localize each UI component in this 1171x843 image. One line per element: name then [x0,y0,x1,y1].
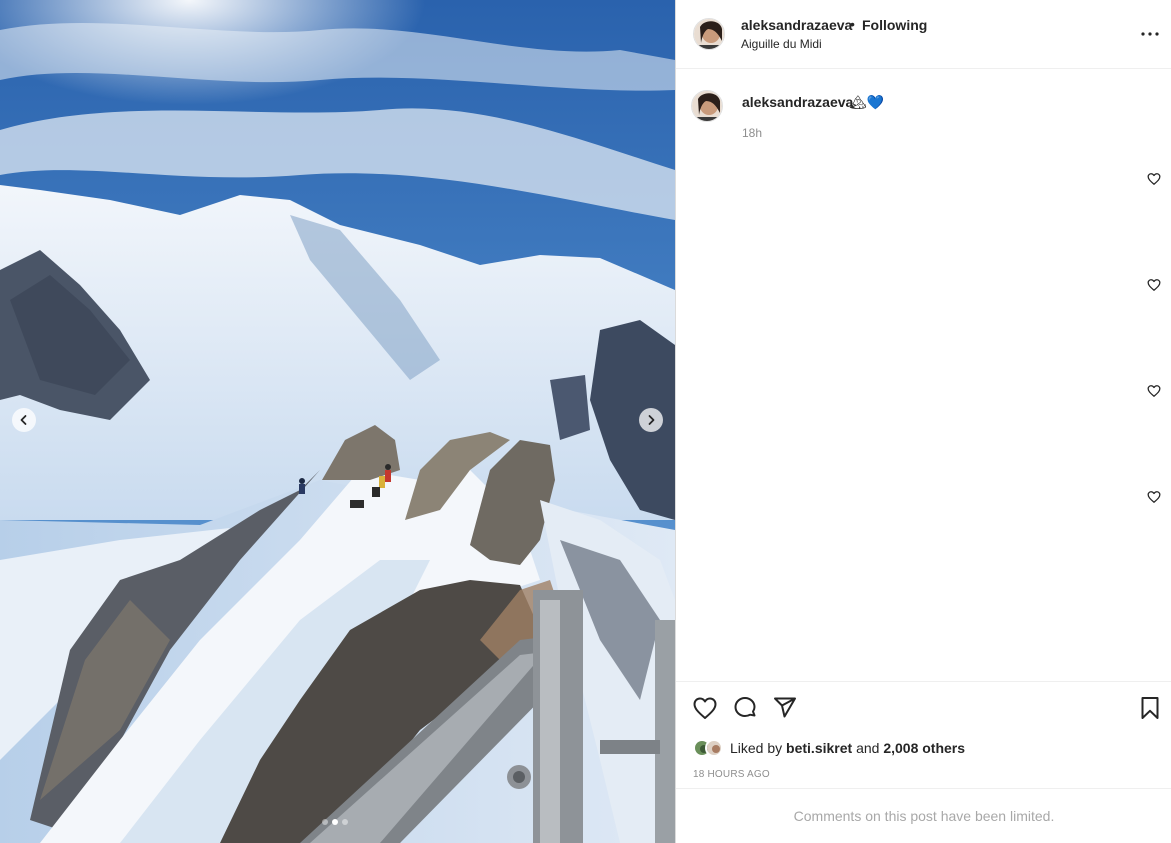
caption-time[interactable]: 18h [742,126,762,140]
post-timestamp[interactable]: 18 HOURS AGO [693,769,770,780]
more-horizontal-icon [1141,32,1159,36]
heart-outline-icon[interactable] [1147,278,1161,292]
avatar-image [694,19,724,49]
likes-summary: Liked by beti.sikret and 2,008 others [693,738,965,758]
post-side-panel: aleksandrazaeva • Following Aiguille du … [675,0,1171,843]
avatar[interactable] [691,90,723,122]
caption-text: 🏔💙 [849,94,885,110]
bookmark-icon[interactable] [1137,695,1163,721]
caption-username[interactable]: aleksandrazaeva [742,94,853,110]
heart-outline-icon[interactable] [692,695,718,721]
carousel-dot [342,819,348,825]
chevron-left-icon [20,415,27,425]
liker-username[interactable]: beti.sikret [786,740,852,756]
heart-outline-icon[interactable] [1147,172,1161,186]
liker-avatar[interactable] [705,739,723,757]
mountain-photo [0,0,675,843]
next-slide-button[interactable] [639,408,663,432]
actions-divider [676,681,1171,682]
post-header: aleksandrazaeva • Following Aiguille du … [676,0,1171,69]
previous-slide-button[interactable] [12,408,36,432]
likes-others-link[interactable]: 2,008 others [883,740,965,756]
post-location[interactable]: Aiguille du Midi [741,37,822,51]
likes-text: Liked by beti.sikret and 2,008 others [730,740,965,756]
heart-outline-icon[interactable] [1147,384,1161,398]
heart-outline-icon[interactable] [1147,490,1161,504]
carousel-indicator [322,819,348,825]
avatar[interactable] [693,18,725,50]
likes-prefix: Liked by [730,740,783,756]
likes-conjunction: and [856,740,880,756]
chevron-right-icon [648,415,655,425]
send-paper-plane-icon[interactable] [772,695,798,721]
more-options-button[interactable] [1138,24,1162,44]
comment-bubble-icon[interactable] [732,695,758,721]
avatar-image [707,741,721,755]
carousel-dot-active [332,819,338,825]
following-button[interactable]: Following [862,17,927,33]
carousel-dot [322,819,328,825]
post-media[interactable] [0,0,675,843]
separator-dot: • [850,16,855,32]
post-username[interactable]: aleksandrazaeva [741,17,852,33]
comments-limited-notice: Comments on this post have been limited. [676,788,1171,843]
avatar-image [692,91,722,121]
